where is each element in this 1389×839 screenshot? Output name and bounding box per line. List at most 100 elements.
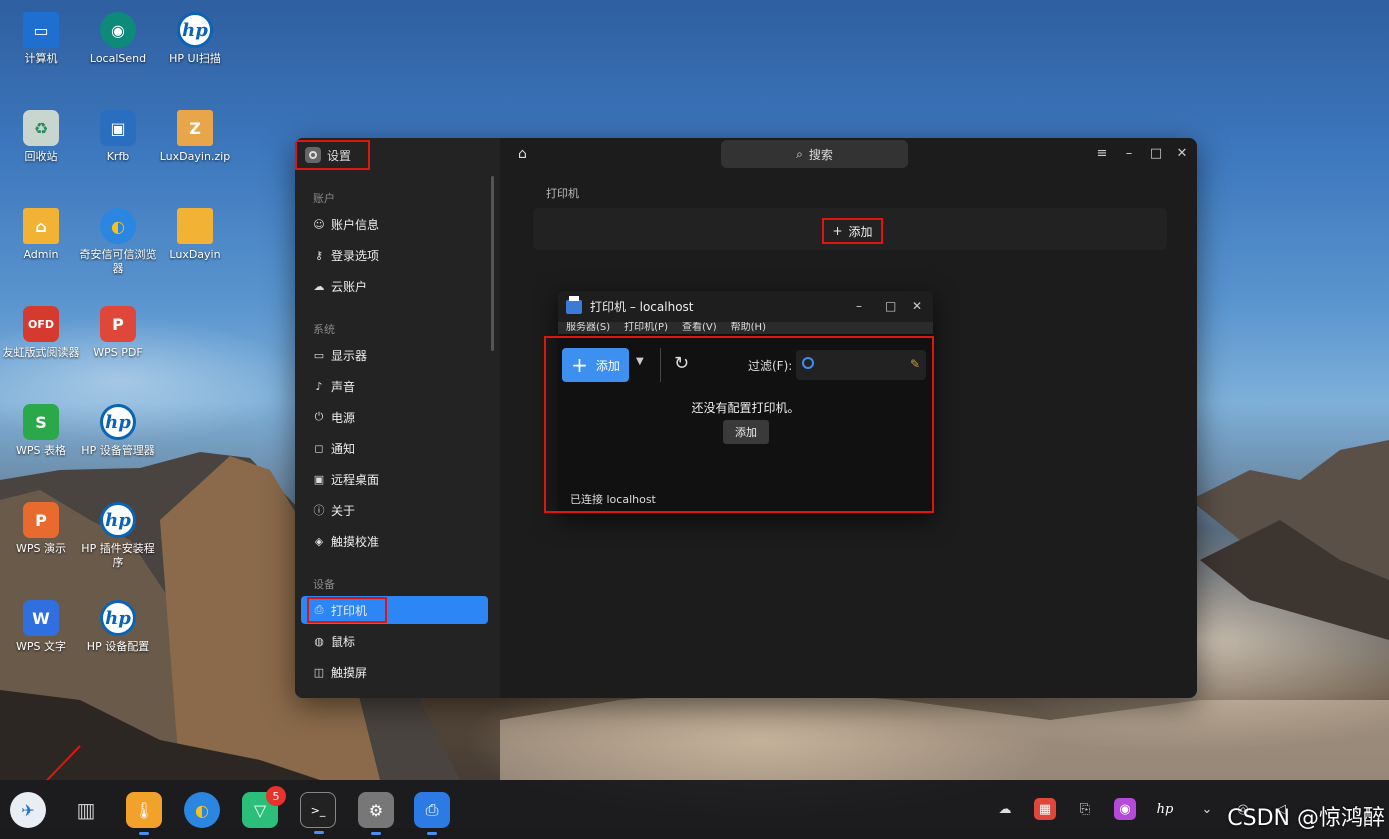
- desktop-icon-wps-slides[interactable]: P WPS 演示: [2, 502, 80, 556]
- desktop-icon-hp-plugin[interactable]: hp HP 插件安装程序: [79, 502, 157, 570]
- wps-writer-icon: W: [23, 600, 59, 636]
- close-icon[interactable]: ✕: [1174, 146, 1190, 161]
- section-system: 系统: [313, 323, 335, 336]
- menu-help[interactable]: 帮助(H): [731, 322, 766, 334]
- highlight-box: [544, 336, 934, 513]
- terminal-icon[interactable]: >_: [300, 792, 336, 834]
- desktop-icon-ofd-reader[interactable]: OFD 友虹版式阅读器: [2, 306, 80, 360]
- info-icon: ⓘ: [313, 504, 325, 517]
- search-icon: ⌕: [796, 146, 803, 161]
- sidebar-item-touchscreen[interactable]: ◫ 触摸屏: [301, 658, 488, 686]
- dialog-titlebar: 打印机 – localhost: [558, 291, 933, 322]
- wps-sheets-icon: S: [23, 404, 59, 440]
- settings-gear-icon: [305, 147, 321, 163]
- sidebar-item-about[interactable]: ⓘ 关于: [301, 496, 488, 524]
- weather-icon[interactable]: ☁: [994, 798, 1016, 820]
- sidebar-item-display[interactable]: ▭ 显示器: [301, 341, 488, 369]
- desktop-icon-browser[interactable]: ◐ 奇安信可信浏览器: [79, 208, 157, 276]
- multitask-view-icon[interactable]: ▥: [68, 792, 104, 828]
- desktop-icon-wps-writer[interactable]: W WPS 文字: [2, 600, 80, 654]
- minimize-icon[interactable]: –: [1121, 146, 1137, 161]
- sidebar-item-mouse[interactable]: ◍ 鼠标: [301, 627, 488, 655]
- desktop-icon-krfb[interactable]: ▣ Krfb: [79, 110, 157, 164]
- hp-logo-icon: hp: [177, 12, 213, 48]
- sidebar-item-remote-desktop[interactable]: ▣ 远程桌面: [301, 465, 488, 493]
- sidebar-item-login-options[interactable]: ⚷ 登录选项: [301, 241, 488, 269]
- plus-icon: +: [832, 224, 843, 238]
- taskbar: ✈ ▥ 🌡 ◐ ▽ 5 >_ ⚙ ⎙ ☁ ▦ ⎘ ◉ hp ⌄ ◎ ◁: [0, 780, 1389, 839]
- wps-pdf-icon: P: [100, 306, 136, 342]
- settings-title: 设置: [295, 140, 370, 170]
- sidebar-item-account-info[interactable]: ☺ 账户信息: [301, 210, 488, 238]
- sidebar-item-touch-calibration[interactable]: ◈ 触摸校准: [301, 527, 488, 555]
- wps-slides-icon: P: [23, 502, 59, 538]
- highlight-box: [307, 597, 387, 623]
- launcher-icon[interactable]: ✈: [10, 792, 46, 828]
- desktop-icon-trash[interactable]: ♻ 回收站: [2, 110, 80, 164]
- mouse-icon: ◍: [314, 634, 324, 648]
- sidebar-item-sound[interactable]: ♪ 声音: [301, 372, 488, 400]
- printer-icon: [566, 295, 582, 314]
- app-store-icon[interactable]: ▽ 5: [242, 786, 286, 828]
- search-input[interactable]: ⌕ 搜索: [721, 140, 908, 168]
- page-title: 打印机: [546, 187, 579, 200]
- running-indicator: [371, 832, 381, 835]
- desktop-icon-admin[interactable]: ⌂ Admin: [2, 208, 80, 262]
- sidebar-scrollbar[interactable]: [491, 176, 494, 351]
- home-icon[interactable]: ⌂: [518, 146, 534, 162]
- settings-gear-icon[interactable]: ⚙: [358, 792, 394, 835]
- app-thermometer-icon[interactable]: 🌡: [126, 792, 162, 835]
- sidebar-item-printer[interactable]: ⎙ 打印机: [301, 596, 488, 624]
- maximize-icon[interactable]: □: [885, 299, 896, 313]
- close-icon[interactable]: ✕: [912, 299, 922, 313]
- recycle-bin-icon: ♻: [23, 110, 59, 146]
- localsend-icon: ◉: [100, 12, 136, 48]
- tray-app-icon[interactable]: ▦: [1034, 798, 1056, 820]
- menu-view[interactable]: 查看(V): [682, 322, 717, 334]
- running-indicator: [314, 831, 324, 834]
- monitor-icon: ▭: [23, 12, 59, 48]
- menu-icon[interactable]: ≡: [1094, 146, 1110, 161]
- ofd-reader-icon: OFD: [23, 306, 59, 342]
- folder-icon: ⌂: [23, 208, 59, 244]
- menu-printer[interactable]: 打印机(P): [624, 322, 668, 334]
- hp-logo-icon: hp: [100, 600, 136, 636]
- watermark: CSDN @惊鸿醉: [1227, 806, 1385, 831]
- desktop-icon-wps-sheets[interactable]: S WPS 表格: [2, 404, 80, 458]
- desktop-icon-luxdayin-folder[interactable]: LuxDayin: [156, 208, 234, 262]
- menu-server[interactable]: 服务器(S): [566, 322, 610, 334]
- clipboard-icon[interactable]: ⎘: [1074, 798, 1096, 820]
- desktop-icon-hp-device-manager[interactable]: hp HP 设备管理器: [79, 404, 157, 458]
- section-devices: 设备: [313, 578, 335, 591]
- key-icon: ⚷: [314, 248, 324, 262]
- chat-bubble-icon: ◻: [314, 441, 324, 455]
- browser-icon: ◐: [100, 208, 136, 244]
- minimize-icon[interactable]: –: [856, 299, 862, 313]
- hp-logo-icon: hp: [100, 502, 136, 538]
- desktop-icon-wps-pdf[interactable]: P WPS PDF: [79, 306, 157, 360]
- screenshot-icon[interactable]: ◉: [1114, 798, 1136, 820]
- folder-icon: [177, 208, 213, 244]
- hp-logo-icon: hp: [100, 404, 136, 440]
- sidebar-item-cloud-account[interactable]: ☁ 云账户: [301, 272, 488, 300]
- add-printer-button[interactable]: + 添加: [822, 218, 883, 244]
- user-icon: ☺: [313, 217, 325, 231]
- hp-tray-icon[interactable]: hp: [1154, 798, 1176, 820]
- sidebar-item-power[interactable]: ⏻ 电源: [301, 403, 488, 431]
- desktop-icon-hp-device-config[interactable]: hp HP 设备配置: [79, 600, 157, 654]
- running-indicator: [139, 832, 149, 835]
- sidebar-item-notifications[interactable]: ◻ 通知: [301, 434, 488, 462]
- printer-icon[interactable]: ⎙: [414, 792, 450, 835]
- power-icon: ⏻: [314, 410, 324, 423]
- dialog-menubar: 服务器(S) 打印机(P) 查看(V) 帮助(H): [558, 322, 933, 334]
- notification-badge: 5: [266, 786, 286, 806]
- remote-desktop-icon: ▣: [313, 472, 325, 486]
- desktop-icon-luxdayin-zip[interactable]: Z LuxDayin.zip: [156, 110, 234, 164]
- maximize-icon[interactable]: □: [1148, 146, 1164, 161]
- remote-desktop-icon: ▣: [100, 110, 136, 146]
- chevron-down-icon[interactable]: ⌄: [1196, 798, 1218, 820]
- browser-icon[interactable]: ◐: [184, 792, 220, 828]
- desktop-icon-hp-scan[interactable]: hp HP UI扫描: [156, 12, 234, 66]
- desktop-icon-computer[interactable]: ▭ 计算机: [2, 12, 80, 66]
- desktop-icon-localsend[interactable]: ◉ LocalSend: [79, 12, 157, 66]
